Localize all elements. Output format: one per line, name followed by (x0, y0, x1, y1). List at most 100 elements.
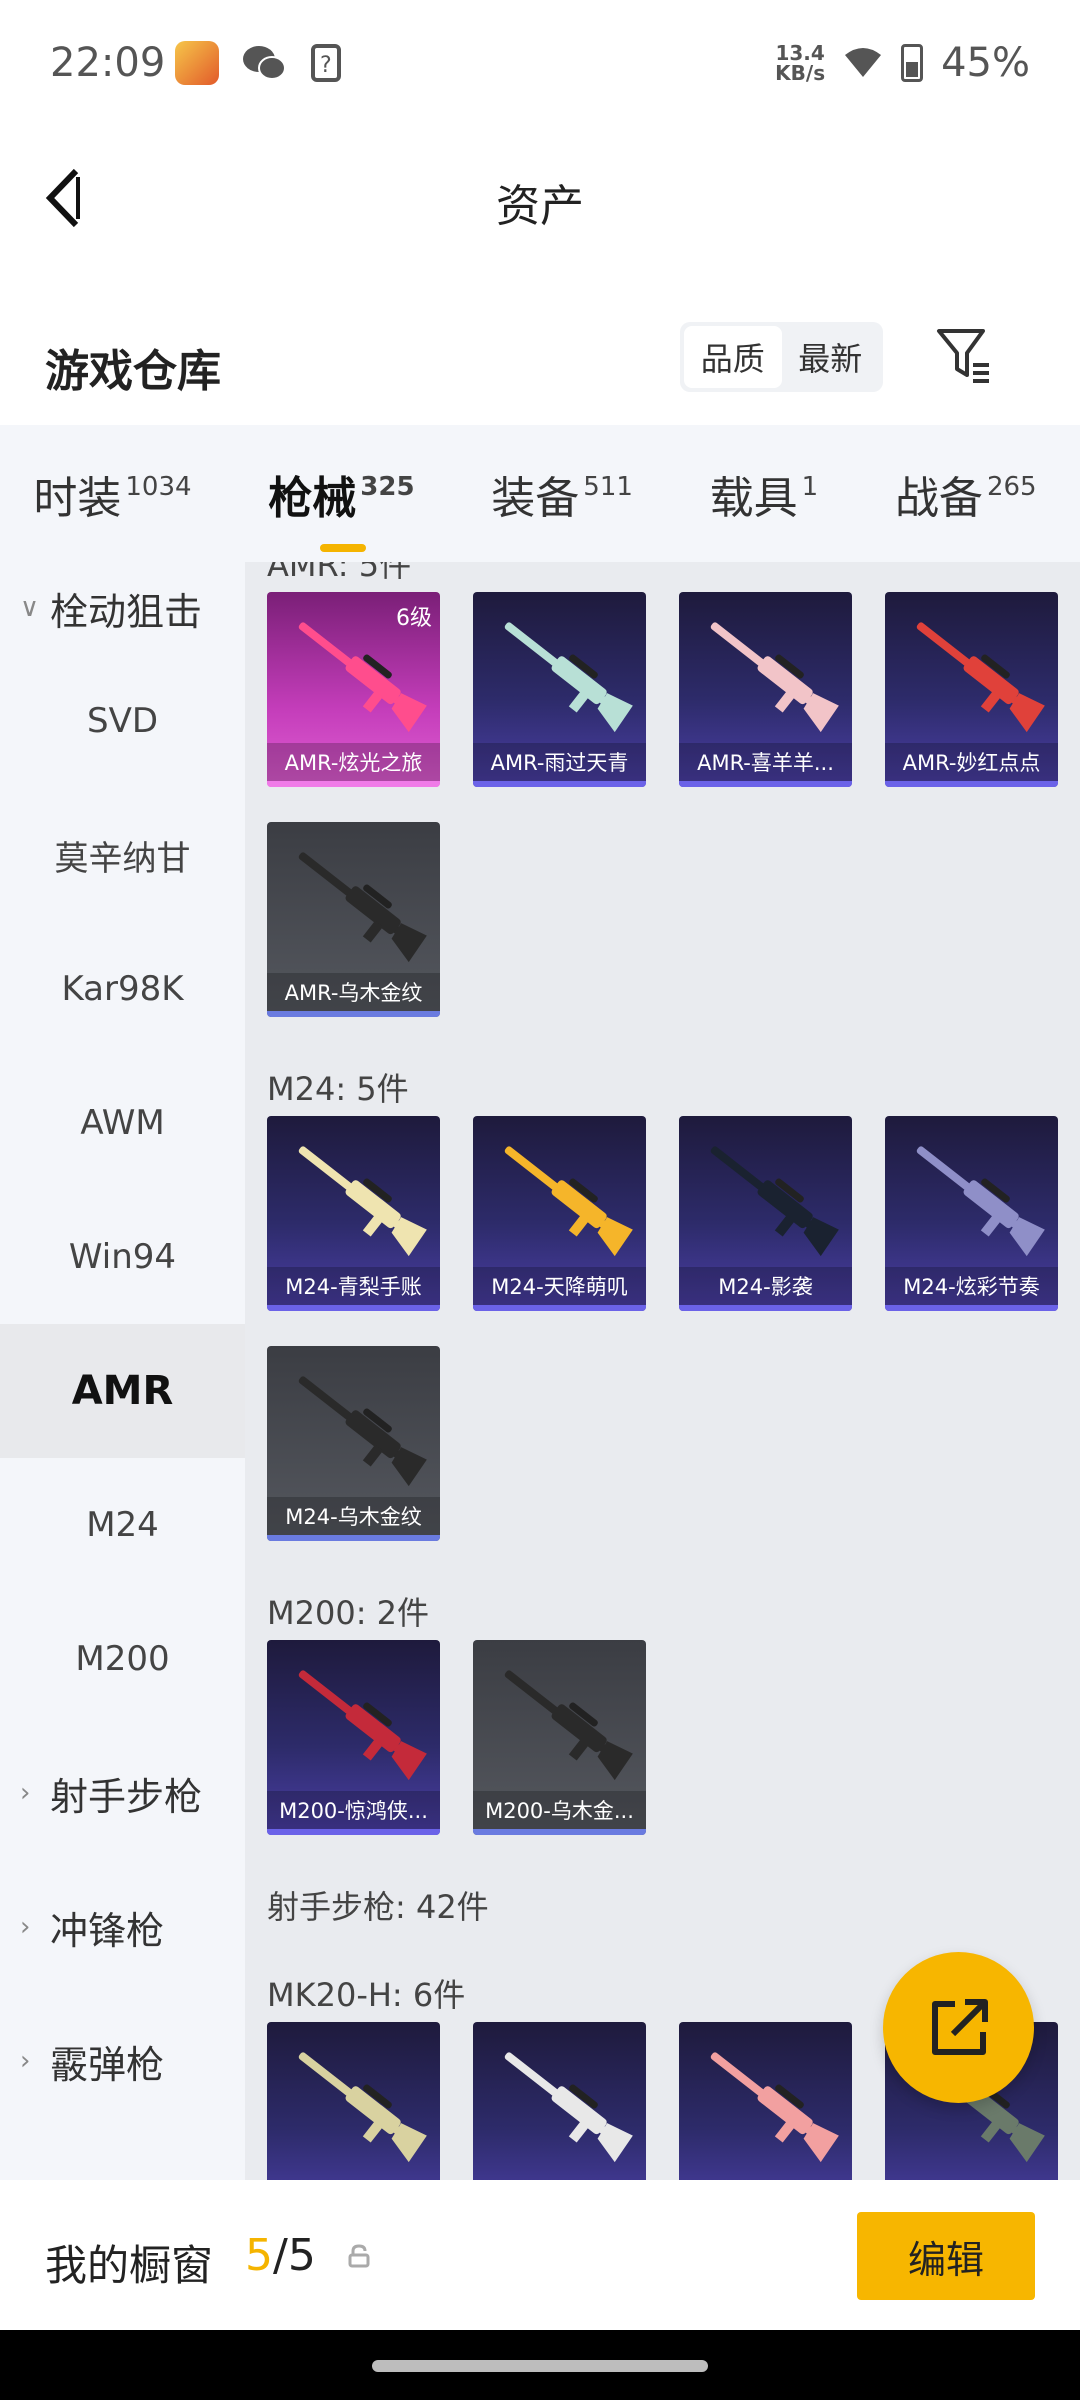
sort-newest-button[interactable]: 最新 (782, 326, 880, 388)
tab-count: 265 (986, 471, 1037, 502)
gun-skin-name: AMR-妙红点点 (885, 743, 1058, 781)
tab-label: 装备 (491, 472, 580, 524)
showcase-total: 5 (287, 2230, 316, 2281)
gun-skin-card[interactable]: M24-乌木金纹 (267, 1346, 440, 1541)
gun-skin-name: M24-乌木金纹 (267, 1497, 440, 1535)
sidebar-item-label: 霰弹枪 (50, 2042, 165, 2087)
tab-label: 枪械 (268, 472, 357, 524)
gun-icon (298, 2052, 427, 2163)
sidebar-item[interactable]: AMR (0, 1324, 245, 1458)
wifi-icon (845, 47, 882, 77)
edit-button[interactable]: 编辑 (857, 2212, 1035, 2300)
category-tabs: 时装 1034 枪械 325 装备 511 载具 1 战备 265 (0, 425, 1080, 562)
net-speed: 13.4 KB/s (775, 43, 825, 83)
gun-icon (710, 622, 839, 733)
title-bar: 资产 (0, 125, 1080, 270)
gun-icon (504, 1670, 633, 1781)
net-speed-value: 13.4 (775, 40, 825, 65)
gun-skin-card[interactable] (473, 2022, 646, 2180)
sidebar-item[interactable]: 莫辛纳甘 (0, 788, 245, 922)
quality-bar (679, 781, 852, 787)
gun-skin-card[interactable]: AMR-雨过天青 (473, 592, 646, 787)
chevron-right-icon: › (20, 1778, 31, 1808)
showcase-separator: / (273, 2230, 288, 2281)
section-label: M200: 2件 (267, 1594, 430, 1632)
gun-skin-card[interactable]: AMR-妙红点点 (885, 592, 1058, 787)
gun-skin-card[interactable]: M24-天降萌叽 (473, 1116, 646, 1311)
gun-icon (710, 1146, 839, 1257)
sidebar-item[interactable]: Win94 (0, 1190, 245, 1324)
tab-label: 载具 (709, 472, 798, 524)
section-label: AMR: 5件 (267, 562, 412, 584)
tab-supplies[interactable]: 战备 265 (895, 462, 1047, 526)
showcase-count: 5/5 (245, 2230, 316, 2281)
sidebar-item-label: M24 (86, 1505, 159, 1545)
gun-skin-name: M24-影袭 (679, 1267, 852, 1305)
share-button[interactable] (883, 1952, 1034, 2103)
showcase-current: 5 (245, 2230, 273, 2281)
filter-icon[interactable] (935, 325, 991, 385)
sidebar-item[interactable]: › 射手步枪 (0, 1726, 245, 1860)
sidebar-item[interactable]: › 霰弹枪 (0, 1994, 245, 2128)
weapon-type-sidebar: ∨ 栓动狙击 SVD 莫辛纳甘 Kar98K AWM Win94 AMR M24 M200 › 射手步… (0, 562, 245, 2180)
gun-skin-card[interactable]: AMR-喜羊羊... (679, 592, 852, 787)
sidebar-item-label: SVD (86, 701, 159, 741)
section-label: M24: 5件 (267, 1070, 409, 1108)
quality-bar (679, 1305, 852, 1311)
gun-skin-name: AMR-炫光之旅 (267, 743, 440, 781)
showcase-bar: 我的橱窗 5/5 编辑 (0, 2180, 1080, 2330)
tab-equipment[interactable]: 装备 511 (491, 462, 643, 526)
tab-count: 511 (583, 471, 633, 502)
tab-vehicles[interactable]: 载具 1 (710, 462, 829, 526)
sidebar-item-label: AMR (71, 1368, 174, 1414)
warehouse-title: 游戏仓库 (45, 346, 221, 397)
tab-fashion[interactable]: 时装 1034 (33, 462, 201, 526)
tab-label: 时装 (33, 472, 122, 524)
gun-icon (916, 622, 1045, 733)
net-speed-unit: KB/s (775, 60, 826, 85)
sidebar-item[interactable]: Kar98K (0, 922, 245, 1056)
sidebar-item[interactable]: M200 (0, 1592, 245, 1726)
sort-quality-button[interactable]: 品质 (684, 326, 782, 388)
sidebar-item[interactable]: SVD (0, 654, 245, 788)
gun-skin-name: AMR-喜羊羊... (679, 743, 852, 781)
sidebar-item-label: 冲锋枪 (50, 1908, 165, 1953)
gun-skin-card[interactable]: AMR-乌木金纹 (267, 822, 440, 1017)
gun-skin-name: AMR-乌木金纹 (267, 973, 440, 1011)
gun-skin-card[interactable]: M24-炫彩节奏 (885, 1116, 1058, 1311)
home-gesture-pill[interactable] (372, 2360, 708, 2372)
section-label: 射手步枪: 42件 (267, 1888, 489, 1926)
gun-skin-card[interactable] (679, 2022, 852, 2180)
gun-icon (504, 1146, 633, 1257)
quality-bar (267, 1011, 440, 1017)
gun-skin-card[interactable]: 6级 AMR-炫光之旅 (267, 592, 440, 787)
gun-icon (298, 1376, 427, 1487)
app-root: 22:09 ? 13.4 KB/s 45% 资产 游戏仓库 品质 最新 时装 1… (0, 0, 1080, 2400)
chevron-right-icon: › (20, 2046, 31, 2076)
quality-bar (885, 781, 1058, 787)
gun-skin-name: M24-青梨手账 (267, 1267, 440, 1305)
sidebar-item[interactable]: ∨ 栓动狙击 (0, 562, 245, 654)
showcase-label: 我的橱窗 (45, 2241, 214, 2290)
gun-skin-name: AMR-雨过天青 (473, 743, 646, 781)
question-icon: ? (311, 43, 342, 82)
status-bar: 22:09 ? 13.4 KB/s 45% (0, 0, 1080, 125)
sidebar-item-label: M200 (75, 1639, 170, 1679)
gun-skin-card[interactable]: M200-惊鸿侠... (267, 1640, 440, 1835)
tab-guns[interactable]: 枪械 325 (268, 462, 424, 552)
sidebar-item[interactable]: › 冲锋枪 (0, 1860, 245, 1994)
system-nav-bar (0, 2330, 1080, 2400)
gun-icon (710, 2052, 839, 2163)
sidebar-item[interactable]: M24 (0, 1458, 245, 1592)
section-label: MK20-H: 6件 (267, 1976, 466, 2014)
gun-skin-card[interactable] (267, 2022, 440, 2180)
sidebar-item-label: 莫辛纳甘 (54, 838, 191, 879)
gun-skin-card[interactable]: M200-乌木金... (473, 1640, 646, 1835)
gun-skin-card[interactable]: M24-影袭 (679, 1116, 852, 1311)
sidebar-item[interactable]: AWM (0, 1056, 245, 1190)
lock-icon (348, 2244, 370, 2268)
gun-skin-card[interactable]: M24-青梨手账 (267, 1116, 440, 1311)
gun-skin-name: M24-天降萌叽 (473, 1267, 646, 1305)
tab-count: 1034 (125, 471, 192, 502)
sidebar-item-label: Kar98K (61, 969, 184, 1009)
